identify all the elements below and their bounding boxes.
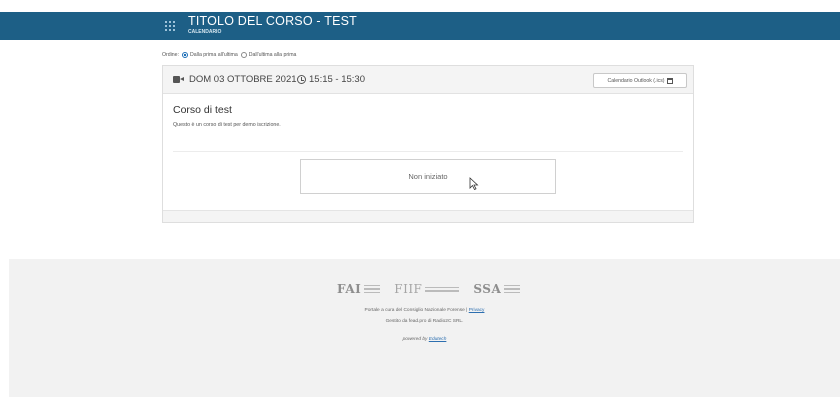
session-footer	[163, 210, 693, 222]
footer-powered-by: powered by Edutech	[9, 337, 840, 342]
divider	[173, 151, 683, 152]
footer-managed-by: Gestito da fead.pro di Radio2C SRL.	[385, 319, 464, 324]
ssa-logo: SSA	[473, 282, 521, 296]
partner-logos: FAI FIIF SSA	[337, 282, 534, 296]
order-desc-label[interactable]: Dall'ultima alla prima	[249, 52, 297, 58]
order-label: Ordine:	[162, 52, 180, 58]
session-status-label: Non iniziato	[408, 172, 448, 181]
session-time: 15:15 - 15:30	[309, 74, 365, 85]
order-selector: Ordine: Dalla prima all'ultima Dall'ulti…	[162, 50, 296, 60]
privacy-link[interactable]: Privacy	[469, 308, 485, 313]
fai-logo: FAI	[337, 282, 381, 296]
page-footer: FAI FIIF SSA Portale a cura del Consigli…	[9, 259, 840, 397]
page: TITOLO DEL CORSO - TEST CALENDARIO Ordin…	[0, 0, 840, 397]
apps-grid-icon[interactable]	[165, 21, 175, 31]
course-name: Corso di test	[173, 104, 232, 116]
order-asc-label[interactable]: Dalla prima all'ultima	[190, 52, 238, 58]
session-status-button[interactable]: Non iniziato	[300, 159, 556, 194]
page-title: TITOLO DEL CORSO - TEST	[188, 14, 357, 28]
session-header: DOM 03 OTTOBRE 2021 15:15 - 15:30 Calend…	[163, 66, 693, 94]
course-description: Questo è un corso di test per demo iscri…	[173, 122, 281, 128]
outlook-calendar-label: Calendario Outlook (.ics)	[607, 77, 665, 84]
clock-icon	[297, 75, 306, 84]
calendar-icon	[666, 77, 673, 84]
powered-by-text: powered by	[402, 337, 428, 342]
footer-credits-text: Portale a cura del Consiglio Nazionale F…	[364, 308, 468, 313]
order-desc-radio[interactable]	[240, 52, 247, 58]
order-asc-radio[interactable]	[182, 52, 189, 58]
footer-credits: Portale a cura del Consiglio Nazionale F…	[9, 308, 840, 313]
session-card: DOM 03 OTTOBRE 2021 15:15 - 15:30 Calend…	[162, 65, 694, 223]
edutech-link[interactable]: Edutech	[429, 337, 447, 342]
session-date: DOM 03 OTTOBRE 2021	[189, 74, 297, 85]
page-subtitle: CALENDARIO	[188, 29, 222, 35]
video-camera-icon	[173, 76, 184, 83]
outlook-calendar-button[interactable]: Calendario Outlook (.ics)	[593, 73, 687, 88]
mouse-cursor-icon	[469, 177, 479, 190]
fiif-logo: FIIF	[394, 282, 460, 296]
app-header: TITOLO DEL CORSO - TEST CALENDARIO	[0, 12, 840, 40]
